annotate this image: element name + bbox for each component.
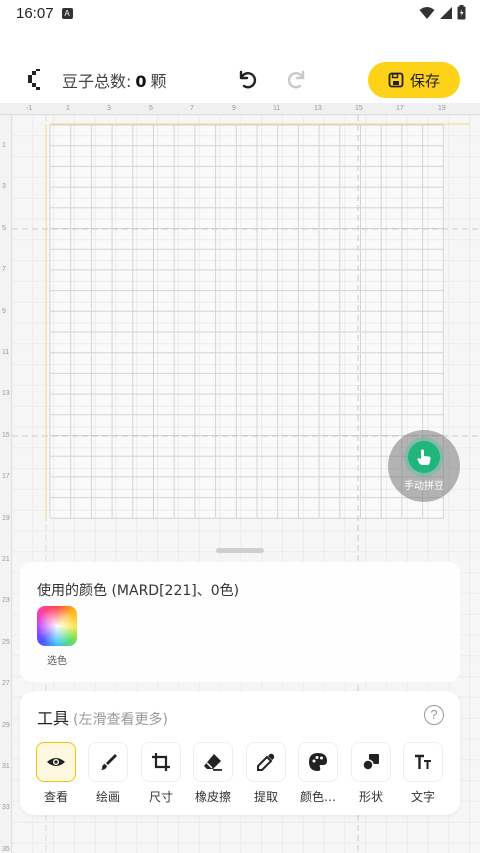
tools-title-text: 工具 (37, 709, 70, 728)
crop-icon (152, 753, 170, 771)
ruler-top-tick: 7 (190, 105, 194, 112)
ruler-left-tick: 11 (2, 349, 10, 356)
save-label: 保存 (409, 71, 440, 90)
ruler-top (0, 103, 480, 115)
status-bar: 16:07 A (0, 0, 480, 26)
ruler-left-tick: 13 (2, 390, 10, 398)
save-icon (388, 72, 404, 88)
eyedropper-icon (257, 753, 275, 771)
tool-eraser[interactable]: 橡皮擦 (193, 742, 233, 805)
bean-total-label: 豆子总数: (62, 72, 132, 91)
status-icons (419, 5, 466, 20)
tool-shape[interactable]: 形状 (351, 742, 391, 805)
ruler-left-tick: 31 (2, 763, 10, 770)
ruler-left-tick: 19 (2, 514, 10, 522)
ruler-left-tick: 7 (2, 266, 6, 274)
ruler-top-tick: -1 (26, 105, 33, 112)
tools-panel: 工具 (左滑查看更多) ? 查看 绘画 尺寸 橡皮擦 提取 颜色… 形状 文字 (20, 691, 460, 815)
panel-drag-handle[interactable] (216, 548, 264, 553)
ruler-top-tick: 13 (314, 105, 322, 112)
ruler-left-tick: 23 (2, 597, 10, 605)
help-icon[interactable]: ? (424, 705, 444, 725)
redo-icon[interactable] (284, 66, 310, 92)
ruler-left-tick: 15 (2, 431, 10, 439)
ruler-top-tick: 17 (396, 105, 404, 112)
ruler-top-tick: 3 (107, 105, 111, 112)
battery-icon (457, 5, 466, 20)
ruler-left-tick: 21 (2, 556, 10, 563)
tool-size[interactable]: 尺寸 (141, 742, 181, 805)
ruler-top-tick: 15 (355, 105, 363, 112)
bean-total-unit: 颗 (150, 72, 167, 91)
signal-icon (440, 6, 452, 19)
color-wheel-icon[interactable] (37, 606, 77, 646)
ruler-left-tick: 29 (2, 721, 10, 729)
tool-paint[interactable]: 绘画 (88, 742, 128, 805)
ruler-top-tick: 19 (438, 105, 446, 112)
wifi-icon (419, 6, 435, 19)
ruler-left-tick: 33 (2, 804, 10, 812)
palette-icon (309, 753, 327, 771)
save-button[interactable]: 保存 (368, 62, 460, 98)
undo-icon[interactable] (234, 66, 260, 92)
ruler-left-tick: 5 (2, 224, 6, 232)
tool-label: 查看 (43, 790, 68, 804)
ruler-left-tick: 3 (2, 183, 6, 191)
tools-title: 工具 (左滑查看更多) (37, 705, 168, 729)
eye-icon (47, 758, 65, 766)
brush-icon (101, 754, 117, 770)
tool-label: 颜色… (299, 790, 336, 804)
notification-a-icon: A (61, 7, 73, 19)
ruler-left-tick: 1 (2, 142, 6, 149)
text-icon (415, 754, 431, 769)
ruler-top-tick: 9 (232, 105, 236, 112)
ruler-left-tick: 35 (2, 845, 10, 853)
ruler-left-tick: 27 (2, 680, 10, 688)
ruler-left-tick: 17 (2, 473, 10, 481)
tool-label: 绘画 (95, 790, 120, 804)
tool-extract[interactable]: 提取 (246, 742, 286, 805)
tools-hint: (左滑查看更多) (73, 712, 168, 728)
tool-label: 橡皮擦 (194, 790, 231, 804)
status-time: 16:07 (16, 4, 54, 22)
tool-color[interactable]: 颜色… (298, 742, 338, 805)
tool-label: 尺寸 (148, 790, 173, 804)
ruler-top-tick: 11 (273, 105, 281, 112)
ruler-left-tick: 25 (2, 638, 10, 646)
top-toolbar: 豆子总数: 0 颗 保存 (0, 56, 480, 104)
manual-bead-label: 手动拼豆 (404, 480, 444, 492)
eraser-icon (204, 754, 222, 771)
shapes-icon (362, 754, 379, 771)
manual-bead-button[interactable]: 手动拼豆 (388, 430, 460, 502)
ruler-top-tick: 5 (149, 105, 153, 112)
bean-total-count: 0 (135, 72, 147, 91)
ruler-left-tick: 9 (2, 307, 6, 315)
ruler-top-tick: 1 (66, 105, 70, 112)
tool-text[interactable]: 文字 (403, 742, 443, 805)
hand-pointer-icon (408, 440, 440, 473)
tool-label: 提取 (253, 790, 278, 804)
bean-total: 豆子总数: 0 颗 (62, 68, 167, 92)
used-colors-title: 使用的颜色 (MARD[221]、0色) (37, 583, 240, 599)
tool-label: 文字 (410, 790, 435, 804)
tool-view[interactable]: 查看 (36, 742, 76, 805)
color-pick-label: 选色 (47, 656, 67, 667)
back-icon[interactable] (22, 68, 46, 92)
tool-label: 形状 (358, 790, 383, 804)
used-colors-panel: 使用的颜色 (MARD[221]、0色) 选色 (20, 562, 460, 682)
